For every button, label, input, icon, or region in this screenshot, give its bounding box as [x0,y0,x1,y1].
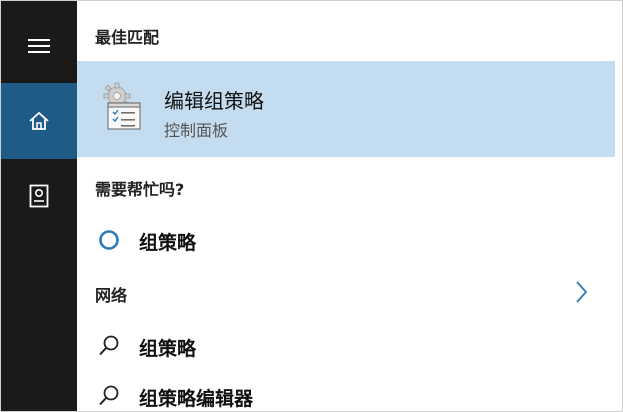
help-item[interactable]: 组策略 [77,219,615,259]
results-area: 最佳匹配 编辑组策略 控制面板 需要帮忙吗? 组策略 网络 组策略 组策略编辑器 [77,1,622,411]
chevron-right-icon[interactable] [571,279,591,305]
cortana-circle-icon [99,230,119,250]
notebook-button[interactable] [1,159,77,233]
sidebar [1,1,77,411]
notebook-icon [29,184,49,208]
network-item[interactable]: 组策略编辑器 [77,375,615,411]
network-heading: 网络 [95,286,128,305]
group-policy-icon [103,82,141,130]
help-item-label: 组策略 [139,232,197,254]
search-icon [99,335,119,356]
menu-button[interactable] [1,9,77,83]
best-match-subtitle: 控制面板 [164,121,229,140]
best-match-title: 编辑组策略 [164,89,264,113]
best-match-result[interactable]: 编辑组策略 控制面板 [77,61,615,157]
hamburger-icon [28,39,50,53]
best-match-heading: 最佳匹配 [95,28,160,47]
network-item[interactable]: 组策略 [77,325,615,365]
search-panel: 最佳匹配 编辑组策略 控制面板 需要帮忙吗? 组策略 网络 组策略 组策略编辑器 [0,0,623,412]
home-button[interactable] [1,83,77,159]
network-item-label: 组策略编辑器 [139,388,254,410]
home-icon [29,111,49,130]
search-icon [99,385,119,406]
network-item-label: 组策略 [139,338,197,360]
help-heading: 需要帮忙吗? [95,180,185,199]
